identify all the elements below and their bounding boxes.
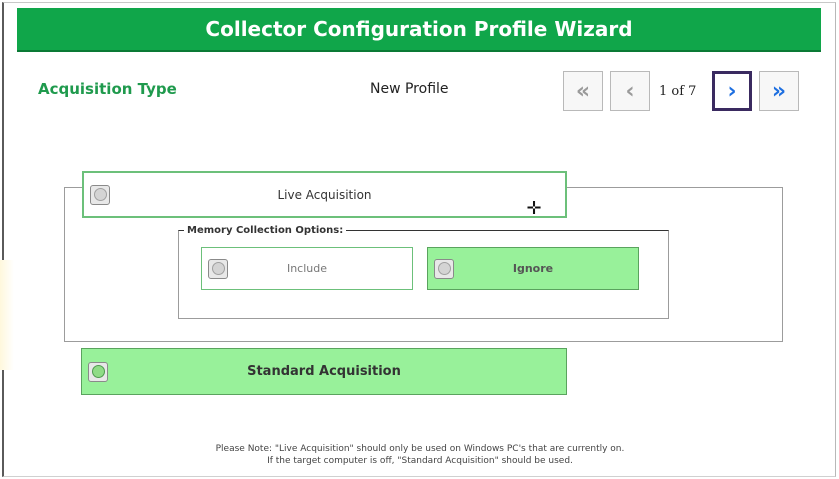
radio-icon xyxy=(208,258,228,279)
ignore-memory-option[interactable]: Ignore xyxy=(427,247,639,290)
memory-collection-legend: Memory Collection Options: xyxy=(184,225,347,236)
wizard-title: Collector Configuration Profile Wizard xyxy=(205,17,633,41)
include-memory-option[interactable]: Include xyxy=(201,247,413,290)
live-acquisition-option[interactable]: Live Acquisition xyxy=(82,171,567,218)
profile-name: New Profile xyxy=(370,81,449,97)
last-page-button[interactable]: » xyxy=(759,71,799,111)
usage-note-line-1: Please Note: "Live Acquisition" should o… xyxy=(215,444,625,454)
edge-artifact xyxy=(0,260,14,370)
ignore-label: Ignore xyxy=(512,262,554,275)
include-label: Include xyxy=(286,262,328,275)
live-acquisition-label: Live Acquisition xyxy=(277,187,372,202)
standard-acquisition-option[interactable]: Standard Acquisition xyxy=(81,348,567,395)
first-page-button[interactable]: « xyxy=(563,71,603,111)
wizard-title-banner: Collector Configuration Profile Wizard xyxy=(17,8,821,52)
chevron-left-icon: ‹ xyxy=(625,78,635,104)
step-title: Acquisition Type xyxy=(38,80,177,98)
previous-page-button[interactable]: ‹ xyxy=(610,71,650,111)
radio-icon xyxy=(434,258,454,279)
double-chevron-right-icon: » xyxy=(771,78,787,104)
radio-icon xyxy=(88,361,108,382)
crosshair-cursor-icon: ✛ xyxy=(526,198,542,219)
usage-note: Please Note: "Live Acquisition" should o… xyxy=(140,443,700,467)
double-chevron-left-icon: « xyxy=(575,78,591,104)
chevron-right-icon: › xyxy=(727,78,737,104)
radio-icon xyxy=(90,184,110,205)
standard-acquisition-label: Standard Acquisition xyxy=(247,364,401,379)
next-page-button[interactable]: › xyxy=(712,71,752,111)
usage-note-line-2: If the target computer is off, "Standard… xyxy=(267,456,573,466)
page-indicator: 1 of 7 xyxy=(659,84,697,99)
